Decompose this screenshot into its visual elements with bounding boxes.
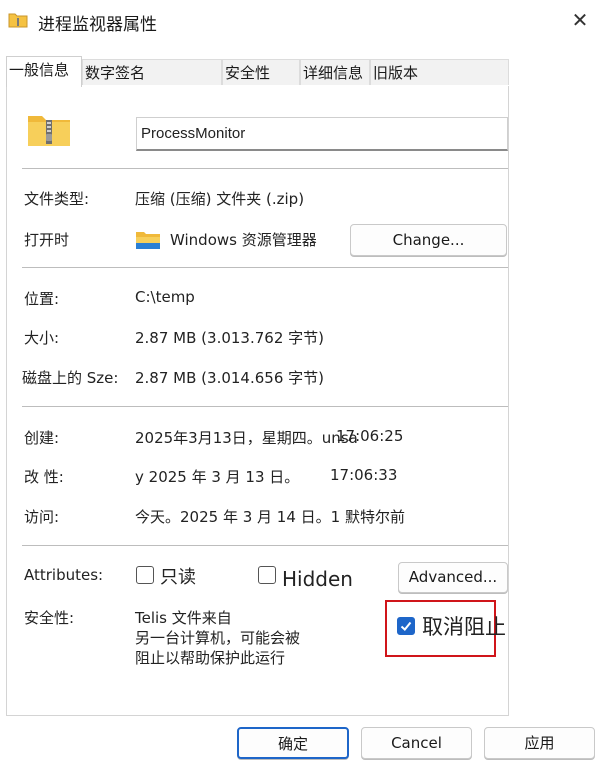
separator (22, 545, 508, 546)
size-on-disk-label: 磁盘上的 Sze: (22, 369, 119, 387)
file-explorer-icon (136, 232, 160, 249)
security-label: 安全性: (24, 609, 75, 627)
tab-previous-versions[interactable]: 旧版本 (370, 59, 509, 85)
separator (22, 406, 508, 407)
created-label: 创建: (24, 429, 60, 447)
readonly-label: 只读 (160, 567, 196, 588)
file-type-label: 文件类型: (24, 190, 90, 208)
location-label: 位置: (24, 290, 60, 308)
security-text-line2: 另一台计算机，可能会被 (135, 629, 301, 647)
readonly-checkbox[interactable] (136, 566, 154, 584)
unblock-label: 取消阻止 (422, 615, 506, 639)
tab-details[interactable]: 详细信息 (300, 59, 370, 85)
change-button[interactable]: Change... (350, 224, 507, 256)
modified-value: y 2025 年 3 月 13 日。 (135, 468, 300, 486)
accessed-value: 今天。2025 年 3 月 14 日。1 默特尔前 (135, 508, 405, 526)
tab-digital-signatures[interactable]: 数字签名 (82, 59, 222, 85)
created-value: 2025年3月13日，星期四。unsa (135, 429, 358, 447)
close-icon: ✕ (571, 8, 589, 32)
opens-with-label: 打开时 (24, 231, 70, 249)
zip-folder-icon (28, 116, 70, 146)
tab-general[interactable]: 一般信息 (6, 56, 82, 87)
attributes-label: Attributes: (24, 566, 104, 584)
cancel-button[interactable]: Cancel (361, 727, 472, 759)
apply-button[interactable]: 应用 (484, 727, 595, 759)
size-label: 大小: (24, 329, 60, 347)
modified-time: 17:06:33 (330, 466, 398, 484)
folder-zip-icon (8, 13, 28, 28)
close-button[interactable]: ✕ (566, 6, 594, 34)
window-title: 进程监视器属性 (38, 15, 157, 35)
separator (22, 168, 508, 169)
unblock-checkbox[interactable] (397, 617, 415, 635)
ok-button[interactable]: 确定 (237, 727, 349, 759)
created-time: 17:06:25 (336, 427, 404, 445)
tab-security[interactable]: 安全性 (222, 59, 300, 85)
accessed-label: 访问: (24, 508, 60, 526)
hidden-label: Hidden (282, 567, 353, 591)
hidden-checkbox[interactable] (258, 566, 276, 584)
file-name-input[interactable] (136, 117, 508, 151)
location-value: C:\temp (135, 288, 195, 306)
security-text-line3: 阻止以帮助保护此运行 (135, 649, 286, 667)
security-text-line1: Telis 文件来自 (135, 609, 232, 627)
modified-label: 改 性: (24, 468, 64, 486)
title-bar: 进程监视器属性 ✕ (0, 0, 600, 44)
size-on-disk-value: 2.87 MB (3.014.656 字节) (135, 369, 324, 387)
file-type-value: 压缩 (压缩) 文件夹 (.zip) (135, 190, 305, 208)
checkmark-icon (400, 621, 412, 631)
separator (22, 267, 508, 268)
size-value: 2.87 MB (3.013.762 字节) (135, 329, 324, 347)
advanced-button[interactable]: Advanced... (398, 562, 508, 593)
opens-with-value: Windows 资源管理器 (170, 231, 317, 249)
